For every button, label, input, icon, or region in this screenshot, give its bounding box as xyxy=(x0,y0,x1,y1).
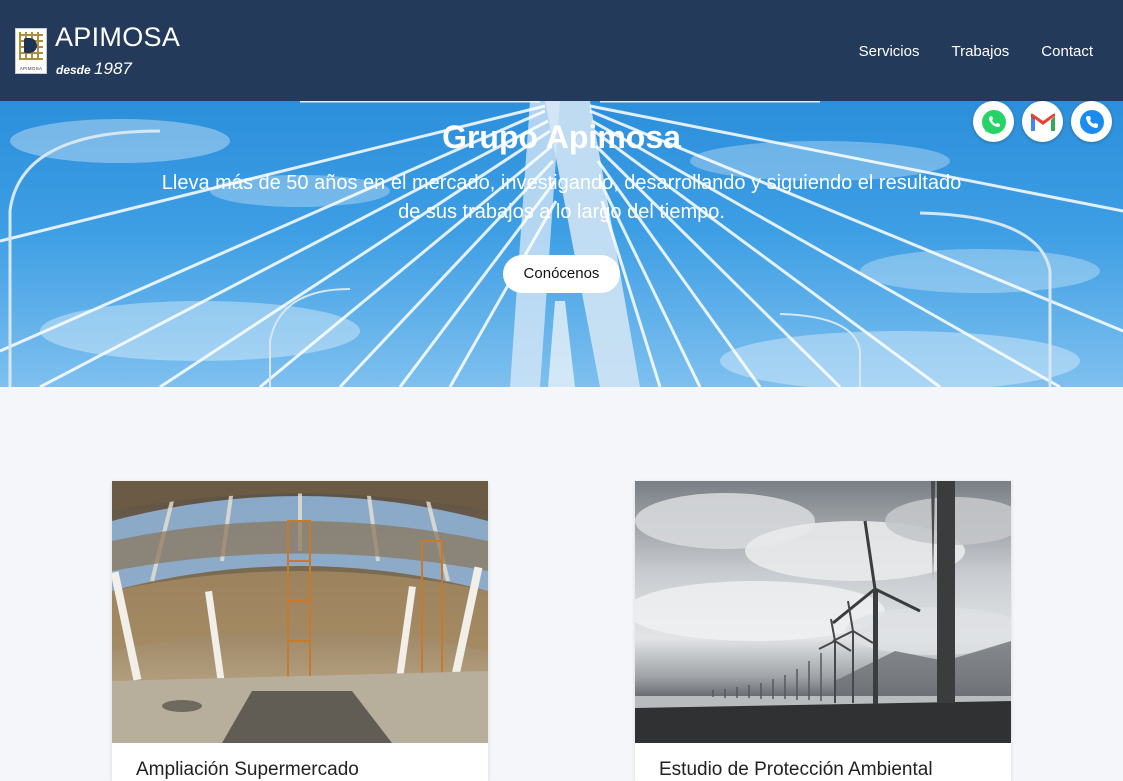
logo-text: APIMOSA xyxy=(19,65,43,71)
project-card[interactable]: Estudio de Protección Ambiental xyxy=(635,481,1011,781)
hero-description: Lleva más de 50 años en el mercado, inve… xyxy=(161,172,962,223)
wind-turbines-image xyxy=(635,481,1011,743)
conocenos-button[interactable]: Conócenos xyxy=(503,255,620,293)
whatsapp-button[interactable] xyxy=(973,101,1014,142)
logo[interactable]: APIMOSA xyxy=(15,27,47,74)
nav-item-servicios[interactable]: Servicios xyxy=(859,43,920,60)
nav-menu: Servicios Trabajos Contact xyxy=(859,43,1108,60)
brand-name: APIMOSA xyxy=(55,21,181,52)
project-card[interactable]: Ampliación Supermercado xyxy=(112,481,488,781)
phone-button[interactable] xyxy=(1071,101,1112,142)
hero-banner: Grupo Apimosa Lleva más de 50 años en el… xyxy=(0,101,1123,387)
hero-title: Grupo Apimosa xyxy=(442,119,681,155)
brand-tagline: desde 1987 xyxy=(55,59,180,79)
gmail-button[interactable] xyxy=(1022,101,1063,142)
nav-item-contact[interactable]: Contact xyxy=(1041,43,1093,60)
phone-icon xyxy=(1079,109,1104,134)
stadium-roof-construction-image xyxy=(112,481,488,743)
navbar: APIMOSA APIMOSA desde 1987 Servicios Tra… xyxy=(0,0,1123,101)
brand-year: 1987 xyxy=(94,58,132,78)
card-caption: Ampliación Supermercado xyxy=(136,759,359,780)
card-caption: Estudio de Protección Ambiental xyxy=(659,759,933,780)
gmail-icon xyxy=(1030,113,1055,131)
brand[interactable]: APIMOSA desde 1987 xyxy=(55,23,180,79)
brand-tagline-prefix: desde xyxy=(56,62,91,77)
social-buttons xyxy=(973,101,1112,142)
nav-item-trabajos[interactable]: Trabajos xyxy=(951,43,1009,60)
whatsapp-icon xyxy=(981,109,1006,134)
logo-mark-icon xyxy=(19,31,43,60)
